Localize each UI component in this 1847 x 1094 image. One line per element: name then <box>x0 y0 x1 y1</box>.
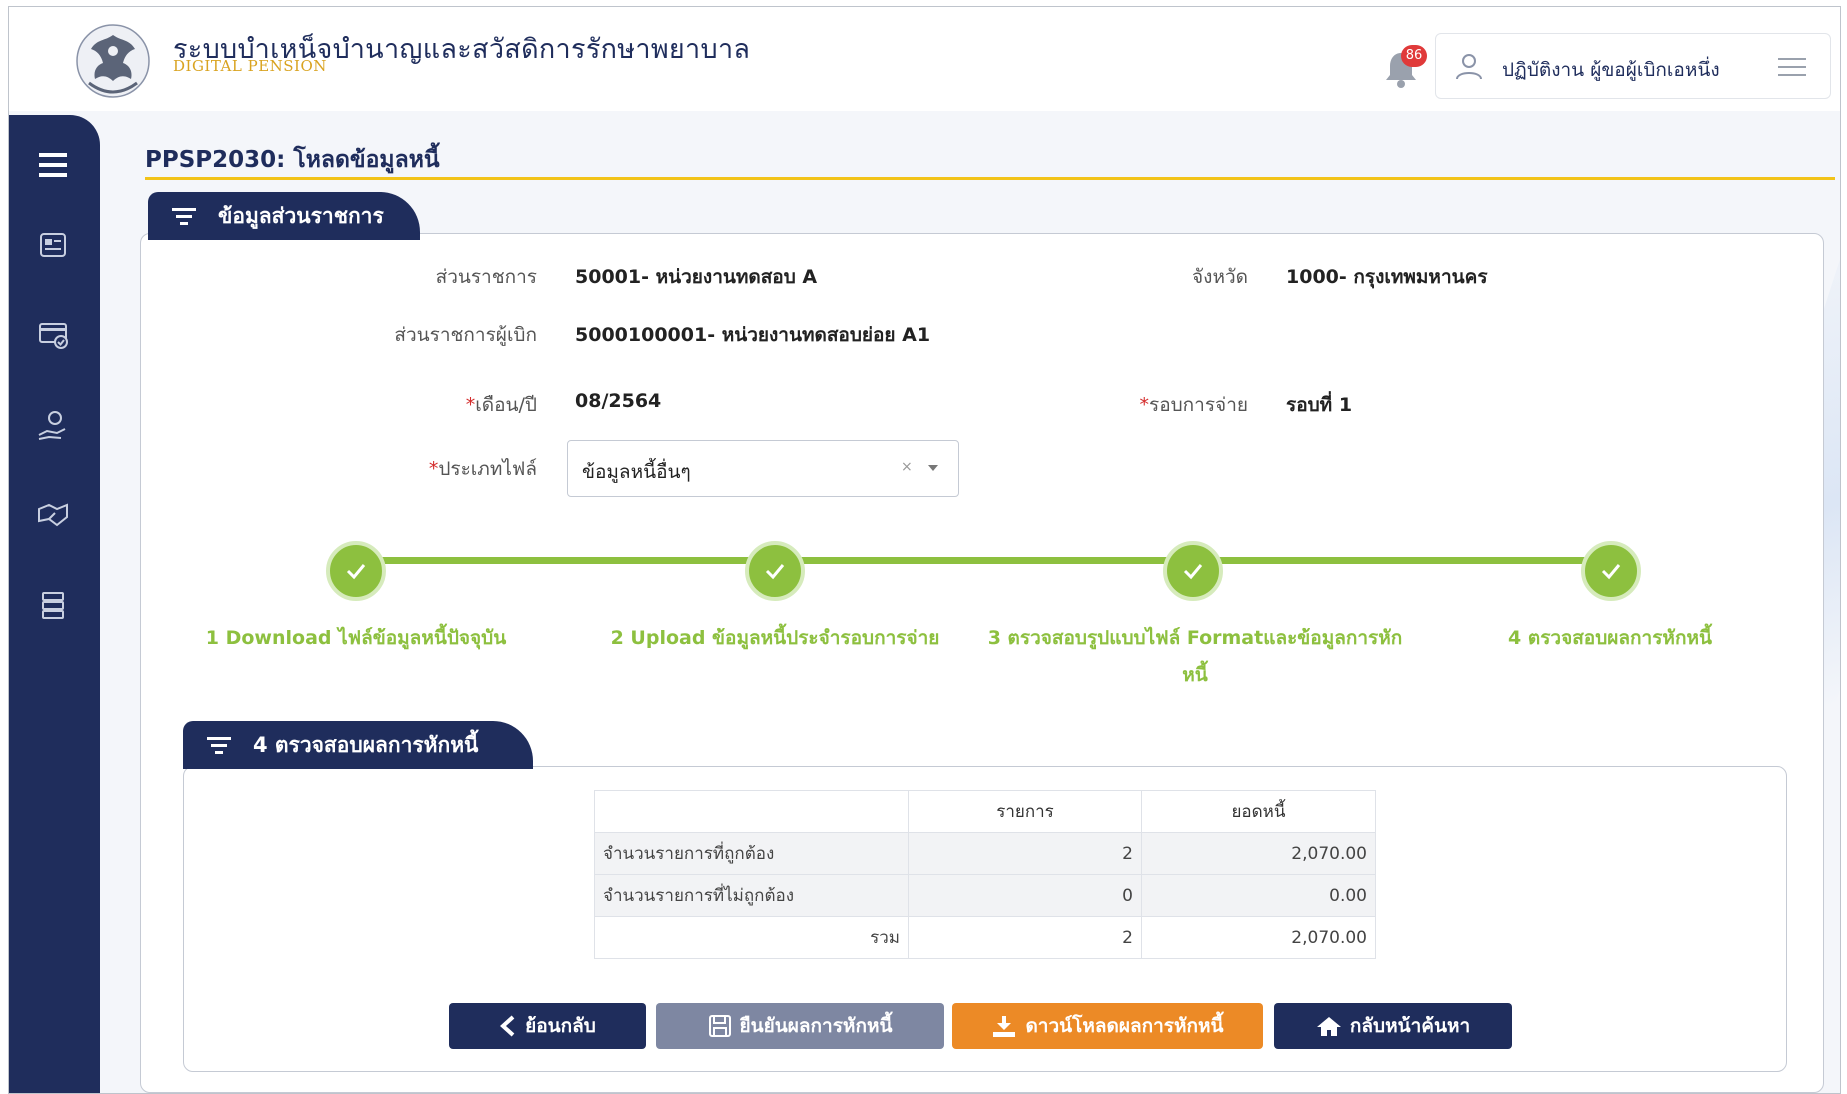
chevron-down-icon[interactable] <box>928 465 938 471</box>
row-label: รวม <box>594 916 909 959</box>
filter-icon <box>172 208 196 225</box>
handshake-icon[interactable] <box>31 495 75 535</box>
step-4-label: 4 ตรวจสอบผลการหักหนี้ <box>1508 627 1712 649</box>
user-name: ปฏิบัติงาน ผู้ขอผู้เบิกเอหนึ่ง <box>1502 59 1720 81</box>
month-year-value: 08/2564 <box>575 390 662 412</box>
hand-money-icon[interactable] <box>31 405 75 445</box>
summary-table: รายการ ยอดหนี้ จำนวนรายการที่ถูกต้อง 2 2… <box>594 790 1376 959</box>
save-icon <box>708 1015 731 1037</box>
table-header: ยอดหนี้ <box>1141 790 1376 833</box>
table-row: จำนวนรายการที่ไม่ถูกต้อง 0 0.00 <box>594 874 1376 917</box>
check-icon <box>1601 564 1621 580</box>
table-row: จำนวนรายการที่ถูกต้อง 2 2,070.00 <box>594 832 1376 875</box>
table-total-row: รวม 2 2,070.00 <box>594 916 1376 959</box>
stepper-track <box>358 557 1611 564</box>
section-title: 4 ตรวจสอบผลการหักหนี้ <box>253 732 479 757</box>
confirm-button-label: ยืนยันผลการหักหนี้ <box>739 1015 893 1037</box>
row-count: 2 <box>908 916 1142 959</box>
back-button[interactable]: ย้อนกลับ <box>449 1003 646 1049</box>
notification-badge: 86 <box>1401 45 1427 67</box>
row-label: จำนวนรายการที่ถูกต้อง <box>594 832 909 875</box>
step-1-indicator <box>326 541 386 601</box>
download-button-label: ดาวน์โหลดผลการหักหนี้ <box>1025 1015 1224 1037</box>
province-value: 1000- กรุงเทพมหานคร <box>1286 266 1488 288</box>
row-amount: 0.00 <box>1141 874 1376 917</box>
payment-round-label-text: รอบการจ่าย <box>1149 394 1248 416</box>
month-year-label-text: เดือน/ปี <box>475 394 537 416</box>
sidebar <box>9 115 100 1093</box>
row-count: 0 <box>908 874 1142 917</box>
payment-round-label: *รอบการจ่าย <box>1100 390 1249 420</box>
disbursing-agency-value: 5000100001- หน่วยงานทดสอบย่อย A1 <box>575 324 931 346</box>
check-icon <box>765 564 785 580</box>
user-icon <box>1456 54 1482 80</box>
disbursing-agency-label: ส่วนราชการผู้เบิก <box>394 324 537 346</box>
row-count: 2 <box>908 832 1142 875</box>
table-header: รายการ <box>908 790 1142 833</box>
step-1-label: 1 Download ไฟล์ข้อมูลหนี้ปัจจุบัน <box>205 627 507 649</box>
hamburger-menu-icon[interactable] <box>1778 56 1806 78</box>
step-3-indicator <box>1163 541 1223 601</box>
server-icon[interactable] <box>31 585 75 625</box>
step-3-label-line2: หนี้ <box>1182 664 1208 686</box>
required-mark: * <box>428 458 439 480</box>
chevron-left-icon <box>500 1015 515 1037</box>
user-menu[interactable]: ปฏิบัติงาน ผู้ขอผู้เบิกเอหนึ่ง <box>1435 33 1831 99</box>
top-bar: ระบบบำเหน็จบำนาญและสวัสดิการรักษาพยาบาล … <box>9 7 1840 111</box>
step-3-label-line1: 3 ตรวจสอบรูปแบบไฟล์ Formatและข้อมูลการหั… <box>987 627 1403 649</box>
id-card-icon[interactable] <box>31 225 75 265</box>
back-to-search-button[interactable]: กลับหน้าค้นหา <box>1274 1003 1512 1049</box>
agency-label: ส่วนราชการ <box>435 266 537 288</box>
garuda-logo-icon <box>76 24 150 98</box>
row-label: จำนวนรายการที่ไม่ถูกต้อง <box>594 874 909 917</box>
app-subtitle: DIGITAL PENSION <box>173 57 327 75</box>
back-button-label: ย้อนกลับ <box>525 1015 596 1037</box>
month-year-label: *เดือน/ปี <box>330 390 537 420</box>
payment-check-icon[interactable] <box>31 315 75 355</box>
file-type-selected: ข้อมูลหนี้อื่นๆ <box>582 461 691 483</box>
payment-round-value: รอบที่ 1 <box>1286 394 1353 416</box>
download-button[interactable]: ดาวน์โหลดผลการหักหนี้ <box>952 1003 1263 1049</box>
province-label: จังหวัด <box>1192 266 1248 288</box>
required-mark: * <box>1139 394 1150 416</box>
section-title: ข้อมูลส่วนราชการ <box>218 203 384 228</box>
file-type-label-text: ประเภทไฟล์ <box>438 458 537 480</box>
page-title: PPSP2030: โหลดข้อมูลหนี้ <box>145 147 440 173</box>
step-4-indicator <box>1581 541 1641 601</box>
step-2-indicator <box>745 541 805 601</box>
required-mark: * <box>465 394 476 416</box>
confirm-button[interactable]: ยืนยันผลการหักหนี้ <box>656 1003 944 1049</box>
clear-selection-icon[interactable]: × <box>901 459 913 475</box>
home-icon <box>1316 1017 1341 1036</box>
step-2-label: 2 Upload ข้อมูลหนี้ประจำรอบการจ่าย <box>610 627 940 649</box>
section-header-agency: ข้อมูลส่วนราชการ <box>148 192 420 240</box>
row-amount: 2,070.00 <box>1141 832 1376 875</box>
table-header <box>594 790 909 833</box>
title-divider <box>145 177 1835 180</box>
row-amount: 2,070.00 <box>1141 916 1376 959</box>
filter-icon <box>207 737 231 754</box>
back-to-search-label: กลับหน้าค้นหา <box>1349 1015 1471 1037</box>
agency-value: 50001- หน่วยงานทดสอบ A <box>575 266 818 288</box>
file-type-label: *ประเภทไฟล์ <box>330 454 537 484</box>
check-icon <box>1183 564 1203 580</box>
step-3-label: 3 ตรวจสอบรูปแบบไฟล์ Formatและข้อมูลการหั… <box>980 620 1410 694</box>
file-type-select[interactable]: ข้อมูลหนี้อื่นๆ × <box>567 440 959 497</box>
download-icon <box>993 1016 1016 1037</box>
check-icon <box>346 564 366 580</box>
section-header-result: 4 ตรวจสอบผลการหักหนี้ <box>183 721 533 769</box>
table-header-row: รายการ ยอดหนี้ <box>594 790 1376 833</box>
sidebar-toggle-icon[interactable] <box>31 145 75 185</box>
